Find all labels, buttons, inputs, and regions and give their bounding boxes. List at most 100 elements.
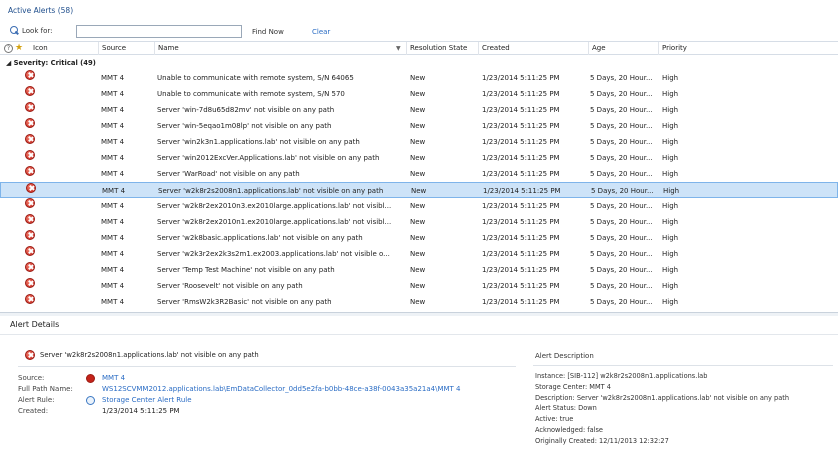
cell-name: Server 'win-5eqao1m08lp' not visible on …: [157, 122, 332, 130]
table-row[interactable]: MMT 4 Server 'win-7d8u65d82mv' not visibl…: [0, 102, 838, 118]
cell-age: 5 Days, 20 Hour...: [590, 202, 653, 210]
critical-error-icon: [25, 102, 35, 112]
col-header-resolution-state[interactable]: Resolution State: [406, 42, 478, 55]
cell-name: Server 'win2012ExcVer.Applications.lab' …: [157, 154, 380, 162]
cell-created: 1/23/2014 5:11:25 PM: [482, 218, 560, 226]
search-input[interactable]: [76, 25, 242, 38]
cell-age: 5 Days, 20 Hour...: [590, 234, 653, 242]
col-header-age[interactable]: Age: [588, 42, 658, 55]
cell-priority: High: [662, 138, 679, 146]
cell-priority: High: [662, 234, 679, 242]
cell-resolution-state: New: [410, 170, 426, 178]
source-error-icon: [86, 374, 95, 383]
description-line: Description: Server 'w2k8r2s2008n1.appli…: [535, 393, 790, 402]
table-row[interactable]: MMT 4 Server 'win2k3n1.applications.lab' …: [0, 134, 838, 150]
star-icon[interactable]: ★: [15, 44, 23, 53]
cell-resolution-state: New: [410, 234, 426, 242]
cell-age: 5 Days, 20 Hour...: [590, 90, 653, 98]
cell-created: 1/23/2014 5:11:25 PM: [482, 266, 560, 274]
cell-resolution-state: New: [410, 266, 426, 274]
description-line: Acknowledged: false: [535, 425, 603, 434]
cell-resolution-state: New: [411, 187, 427, 195]
col-header-icon[interactable]: Icon: [30, 42, 98, 55]
col-header-name[interactable]: Name: [154, 42, 406, 55]
cell-resolution-state: New: [410, 106, 426, 114]
rule-icon: [86, 396, 95, 405]
cell-priority: High: [662, 266, 679, 274]
alert-description-title: Alert Description: [535, 352, 594, 360]
cell-created: 1/23/2014 5:11:25 PM: [482, 154, 560, 162]
cell-created: 1/23/2014 5:11:25 PM: [482, 282, 560, 290]
cell-source: MMT 4: [101, 170, 125, 178]
table-row[interactable]: MMT 4 Server 'w2k8basic.applications.lab'…: [0, 230, 838, 246]
alert-details-title: Alert Details: [10, 320, 60, 329]
col-header-source[interactable]: Source: [98, 42, 154, 55]
cell-name: Unable to communicate with remote system…: [157, 90, 345, 98]
cell-resolution-state: New: [410, 74, 426, 82]
source-link[interactable]: MMT 4: [102, 373, 125, 384]
critical-error-icon: [25, 278, 35, 288]
cell-age: 5 Days, 20 Hour...: [590, 298, 653, 306]
state-column-icon[interactable]: ?: [4, 44, 13, 53]
cell-source: MMT 4: [101, 250, 125, 258]
alert-headline: Server 'w2k8r2s2008n1.applications.lab' …: [25, 350, 259, 360]
col-header-priority[interactable]: Priority: [658, 42, 838, 55]
cell-priority: High: [662, 282, 679, 290]
description-line: Storage Center: MMT 4: [535, 382, 611, 391]
cell-created: 1/23/2014 5:11:25 PM: [482, 74, 560, 82]
divider: [0, 334, 838, 335]
table-row[interactable]: MMT 4 Server 'Roosevelt' not visible on a…: [0, 278, 838, 294]
description-line: Active: true: [535, 415, 574, 424]
cell-created: 1/23/2014 5:11:25 PM: [482, 234, 560, 242]
table-row[interactable]: MMT 4 Server 'WarRoad' not visible on any…: [0, 166, 838, 182]
col-header-created[interactable]: Created: [478, 42, 588, 55]
cell-source: MMT 4: [101, 298, 125, 306]
cell-source: MMT 4: [101, 74, 125, 82]
cell-name: Server 'Temp Test Machine' not visible o…: [157, 266, 335, 274]
cell-age: 5 Days, 20 Hour...: [590, 218, 653, 226]
cell-created: 1/23/2014 5:11:25 PM: [482, 250, 560, 258]
alert-rule-link[interactable]: Storage Center Alert Rule: [102, 395, 192, 406]
cell-resolution-state: New: [410, 122, 426, 130]
critical-error-icon: [25, 86, 35, 96]
search-toolbar: Look for: Find Now Clear: [0, 22, 838, 40]
critical-error-icon: [25, 134, 35, 144]
cell-resolution-state: New: [410, 282, 426, 290]
cell-priority: High: [662, 74, 679, 82]
cell-source: MMT 4: [101, 106, 125, 114]
cell-priority: High: [662, 90, 679, 98]
table-row[interactable]: MMT 4 Server 'win-5eqao1m08lp' not visibl…: [0, 118, 838, 134]
table-row[interactable]: MMT 4 Server 'w2k3r2ex2k3s2m1.ex2003.appl…: [0, 246, 838, 262]
table-row[interactable]: MMT 4 Server 'win2012ExcVer.Applications.…: [0, 150, 838, 166]
cell-created: 1/23/2014 5:11:25 PM: [482, 170, 560, 178]
table-row[interactable]: MMT 4 Unable to communicate with remote s…: [0, 70, 838, 86]
table-row[interactable]: MMT 4 Server 'Temp Test Machine' not visi…: [0, 262, 838, 278]
severity-group-row[interactable]: ◢ Severity: Critical (49): [0, 57, 838, 69]
find-now-button[interactable]: Find Now: [252, 28, 284, 36]
table-row[interactable]: MMT 4 Server 'w2k8r2ex2010n3.ex2010large.…: [0, 198, 838, 214]
critical-error-icon: [25, 262, 35, 272]
critical-error-icon: [25, 150, 35, 160]
cell-name: Server 'w2k8r2ex2010n1.ex2010large.appli…: [157, 218, 392, 226]
cell-source: MMT 4: [101, 122, 125, 130]
cell-source: MMT 4: [102, 187, 126, 195]
cell-resolution-state: New: [410, 250, 426, 258]
cell-name: Server 'Roosevelt' not visible on any pa…: [157, 282, 303, 290]
alert-description: Instance: [SIB-112] w2k8r2s2008n1.applic…: [535, 371, 789, 447]
critical-error-icon: [25, 70, 35, 80]
expander-icon[interactable]: ◢: [6, 59, 14, 67]
sort-arrow-icon: ▼: [396, 45, 401, 52]
pane-splitter[interactable]: [0, 312, 838, 316]
cell-name: Server 'w2k8basic.applications.lab' not …: [157, 234, 363, 242]
alerts-list: MMT 4 Unable to communicate with remote s…: [0, 70, 838, 310]
full-path-link[interactable]: WS12SCVMM2012.applications.lab\EmDataCol…: [102, 384, 461, 395]
table-row[interactable]: MMT 4 Server 'w2k8r2ex2010n1.ex2010large.…: [0, 214, 838, 230]
table-row[interactable]: MMT 4 Server 'w2k8r2s2008n1.applications.…: [0, 182, 838, 198]
clear-button[interactable]: Clear: [312, 28, 330, 36]
table-row[interactable]: MMT 4 Server 'RmsW2k3R2Basic' not visible…: [0, 294, 838, 310]
cell-age: 5 Days, 20 Hour...: [590, 170, 653, 178]
cell-source: MMT 4: [101, 202, 125, 210]
critical-error-icon: [25, 230, 35, 240]
table-row[interactable]: MMT 4 Unable to communicate with remote s…: [0, 86, 838, 102]
cell-age: 5 Days, 20 Hour...: [591, 187, 654, 195]
